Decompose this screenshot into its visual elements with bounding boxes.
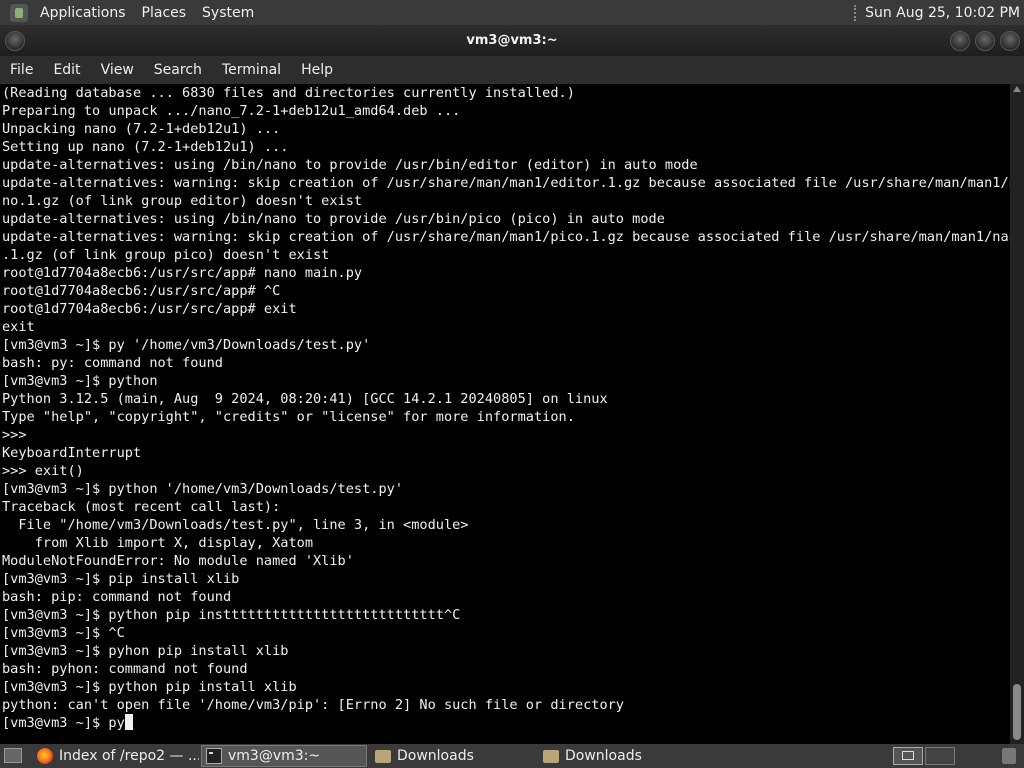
scrollbar-thumb[interactable]: [1013, 684, 1021, 740]
terminal-line: root@1d7704a8ecb6:/usr/src/app# exit: [2, 301, 297, 317]
close-button[interactable]: [1000, 31, 1020, 51]
terminal-line: Setting up nano (7.2-1+deb12u1) ...: [2, 139, 289, 155]
terminal-line: Type "help", "copyright", "credits" or "…: [2, 409, 575, 425]
terminal-line: [vm3@vm3 ~]$ python pip insttttttttttttt…: [2, 607, 461, 623]
terminal-output[interactable]: (Reading database ... 6830 files and dir…: [0, 84, 1010, 744]
applications-menu[interactable]: Applications: [32, 5, 134, 21]
terminal-line: bash: py: command not found: [2, 355, 223, 371]
workspace-switcher-2[interactable]: [925, 747, 955, 765]
taskbar-item-label: vm3@vm3:~: [228, 748, 321, 764]
taskbar-item-terminal[interactable]: vm3@vm3:~: [201, 745, 367, 767]
taskbar-item-label: Index of /repo2 — ...: [59, 748, 199, 764]
taskbar-item-firefox[interactable]: Index of /repo2 — ...: [33, 745, 199, 767]
terminal-line: >>> exit(): [2, 463, 84, 479]
bottom-panel: Index of /repo2 — ... vm3@vm3:~ Download…: [0, 744, 1024, 768]
taskbar-item-downloads-2[interactable]: Downloads: [539, 745, 705, 767]
trash-icon[interactable]: [1002, 748, 1016, 764]
terminal-line: update-alternatives: warning: skip creat…: [2, 175, 1010, 191]
terminal-line: from Xlib import X, display, Xatom: [2, 535, 313, 551]
terminal-line: no.1.gz (of link group editor) doesn't e…: [2, 193, 363, 209]
terminal-line: [vm3@vm3 ~]$ python pip install xlib: [2, 679, 297, 695]
terminal-line: [vm3@vm3 ~]$ python '/home/vm3/Downloads…: [2, 481, 404, 497]
terminal-line: exit: [2, 319, 35, 335]
terminal-line: update-alternatives: using /bin/nano to …: [2, 211, 665, 227]
terminal-line: update-alternatives: using /bin/nano to …: [2, 157, 698, 173]
workspace-switcher-1[interactable]: [893, 747, 923, 765]
menu-search[interactable]: Search: [144, 62, 212, 78]
menu-view[interactable]: View: [91, 62, 144, 78]
terminal-cursor: [124, 714, 133, 730]
terminal-line: (Reading database ... 6830 files and dir…: [2, 85, 575, 101]
terminal-line: .1.gz (of link group pico) doesn't exist: [2, 247, 330, 263]
taskbar-item-label: Downloads: [565, 748, 642, 764]
window-title: vm3@vm3:~: [466, 33, 558, 48]
menu-edit[interactable]: Edit: [43, 62, 90, 78]
terminal-line: Python 3.12.5 (main, Aug 9 2024, 08:20:4…: [2, 391, 608, 407]
system-menu[interactable]: System: [194, 5, 262, 21]
terminal-line: root@1d7704a8ecb6:/usr/src/app# nano mai…: [2, 265, 363, 281]
terminal-scrollbar[interactable]: [1010, 84, 1024, 744]
terminal-line: Traceback (most recent call last):: [2, 499, 281, 515]
terminal-line: [vm3@vm3 ~]$ py '/home/vm3/Downloads/tes…: [2, 337, 371, 353]
terminal-line: root@1d7704a8ecb6:/usr/src/app# ^C: [2, 283, 281, 299]
menu-help[interactable]: Help: [291, 62, 343, 78]
menu-file[interactable]: File: [0, 62, 43, 78]
menubar: File Edit View Search Terminal Help: [0, 56, 1024, 84]
top-panel: Applications Places System Sun Aug 25, 1…: [0, 0, 1024, 25]
folder-icon: [375, 749, 391, 763]
terminal-line: [vm3@vm3 ~]$ ^C: [2, 625, 125, 641]
applications-menu-icon[interactable]: [10, 3, 28, 22]
terminal-line: Preparing to unpack .../nano_7.2-1+deb12…: [2, 103, 461, 119]
terminal-prompt-text[interactable]: [vm3@vm3 ~]$ py: [2, 715, 125, 731]
minimize-button[interactable]: [950, 31, 970, 51]
terminal-line: [vm3@vm3 ~]$ pyhon pip install xlib: [2, 643, 289, 659]
clock[interactable]: Sun Aug 25, 10:02 PM: [865, 5, 1020, 21]
terminal-line: KeyboardInterrupt: [2, 445, 142, 461]
terminal-line: bash: pip: command not found: [2, 589, 232, 605]
maximize-button[interactable]: [975, 31, 995, 51]
terminal-line: ModuleNotFoundError: No module named 'Xl…: [2, 553, 354, 569]
window-titlebar[interactable]: vm3@vm3:~: [0, 25, 1024, 56]
panel-grip-icon: [854, 4, 859, 21]
terminal-line: [vm3@vm3 ~]$ pip install xlib: [2, 571, 240, 587]
folder-icon: [543, 749, 559, 763]
terminal-prompt-line[interactable]: [vm3@vm3 ~]$ py: [0, 714, 1010, 732]
show-desktop-button[interactable]: [4, 748, 22, 763]
taskbar-item-downloads-1[interactable]: Downloads: [371, 745, 537, 767]
terminal-line: File "/home/vm3/Downloads/test.py", line…: [2, 517, 469, 533]
terminal-line: python: can't open file '/home/vm3/pip':…: [2, 697, 624, 713]
firefox-icon: [37, 748, 53, 764]
terminal-icon: [206, 748, 222, 764]
terminal-line: Unpacking nano (7.2-1+deb12u1) ...: [2, 121, 281, 137]
places-menu[interactable]: Places: [134, 5, 195, 21]
taskbar-item-label: Downloads: [397, 748, 474, 764]
terminal-line: [vm3@vm3 ~]$ python: [2, 373, 158, 389]
terminal-line: bash: pyhon: command not found: [2, 661, 248, 677]
terminal-line: >>>: [2, 427, 27, 443]
menu-terminal[interactable]: Terminal: [212, 62, 291, 78]
scroll-up-arrow-icon[interactable]: [1013, 86, 1021, 92]
terminal-line: update-alternatives: warning: skip creat…: [2, 229, 1010, 245]
